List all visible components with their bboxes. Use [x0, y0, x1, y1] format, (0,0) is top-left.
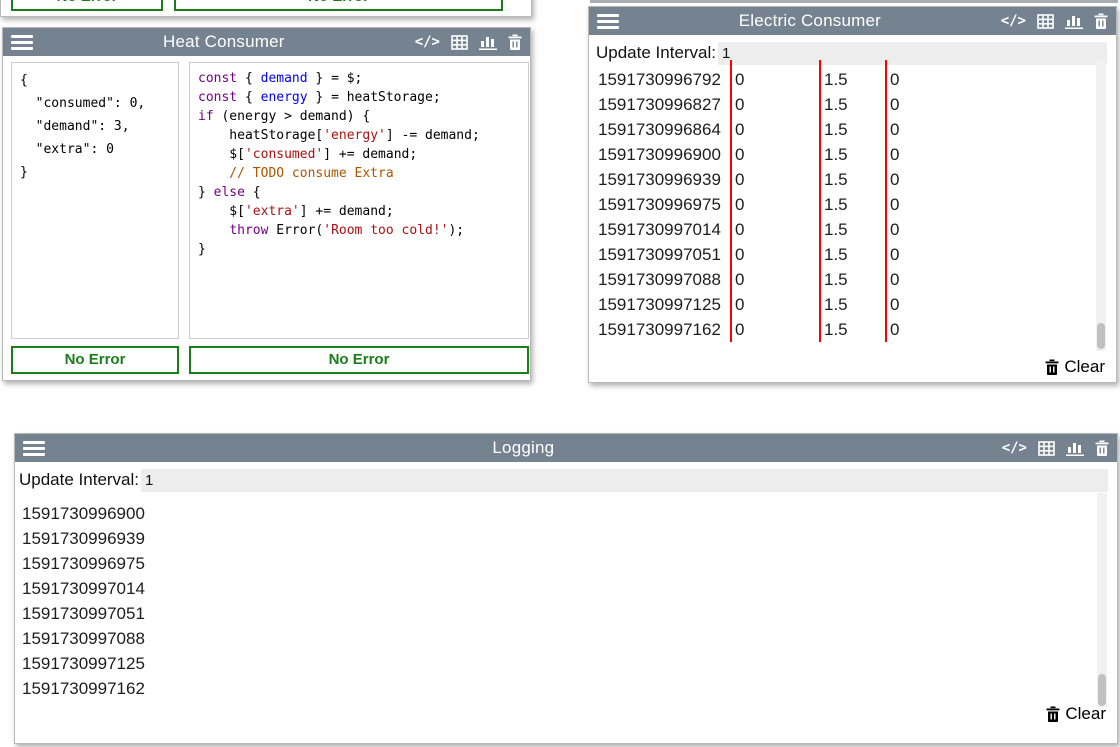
scrollbar-track: [1097, 493, 1107, 707]
status-button[interactable]: No Error: [174, 0, 503, 11]
list-item: 1591730996975: [15, 551, 1095, 576]
json-editor[interactable]: { "consumed": 0, "demand": 3, "extra": 0…: [11, 62, 179, 339]
clear-label: Clear: [1065, 704, 1106, 724]
list-item: 1591730997162: [15, 676, 1095, 701]
status-button[interactable]: No Error: [11, 0, 163, 11]
table-row: 159173099708801.50: [589, 267, 1108, 292]
menu-icon[interactable]: [23, 441, 45, 456]
update-interval-input[interactable]: [141, 469, 1108, 492]
list-item: 1591730997051: [15, 601, 1095, 626]
list-item: 1591730997125: [15, 651, 1095, 676]
panel-electric-consumer: Electric Consumer </> Update Interval: 1…: [588, 6, 1117, 383]
table-row: 159173099697501.50: [589, 192, 1108, 217]
list-item: 1591730997014: [15, 576, 1095, 601]
electric-rows: 159173099679201.50159173099682701.501591…: [589, 60, 1108, 350]
table-icon[interactable]: [1037, 14, 1054, 29]
trash-icon[interactable]: [1094, 13, 1108, 29]
trash-icon[interactable]: [1095, 440, 1109, 456]
clear-label: Clear: [1064, 357, 1105, 377]
table-row: 159173099686401.50: [589, 117, 1108, 142]
panel-title: Heat Consumer: [33, 32, 415, 52]
panel-header: Heat Consumer </>: [3, 28, 530, 56]
table-row: 159173099693901.50: [589, 167, 1108, 192]
list-item: 1591730996939: [15, 526, 1095, 551]
header-icons: </>: [1002, 440, 1109, 456]
chart-icon[interactable]: [1065, 13, 1083, 29]
panel-header: Logging </>: [15, 434, 1117, 462]
status-button[interactable]: No Error: [189, 346, 529, 374]
scrollbar-track: [1096, 60, 1106, 351]
table-row: 159173099701401.50: [589, 217, 1108, 242]
panel-title: Electric Consumer: [619, 11, 1001, 31]
cutoff-panel-shadow: [590, 0, 1118, 3]
header-icons: </>: [1001, 13, 1108, 29]
code-icon[interactable]: </>: [1002, 440, 1027, 456]
panel-heat-consumer: Heat Consumer </> { "consumed": 0, "dema…: [2, 27, 531, 381]
code-icon[interactable]: </>: [1001, 13, 1026, 29]
code-editor[interactable]: const { demand } = $;const { energy } = …: [189, 62, 529, 339]
panel-title: Logging: [45, 438, 1002, 458]
table-row: 159173099690001.50: [589, 142, 1108, 167]
table-row-partial: [589, 60, 1108, 67]
header-icons: </>: [415, 34, 522, 50]
table-row: 159173099682701.50: [589, 92, 1108, 117]
panel-logging: Logging </> Update Interval: 15917309969…: [14, 433, 1118, 744]
dashboard-canvas: No Error No Error Heat Consumer </> { "c…: [0, 0, 1120, 747]
update-interval-label: Update Interval:: [19, 470, 139, 490]
panel-top-cutoff: No Error No Error: [0, 0, 532, 17]
code-icon[interactable]: </>: [415, 34, 440, 50]
list-item: 1591730997088: [15, 626, 1095, 651]
table-icon[interactable]: [1038, 441, 1055, 456]
list-item: 1591730996900: [15, 501, 1095, 526]
table-icon[interactable]: [451, 35, 468, 50]
clear-button[interactable]: Clear: [1045, 357, 1105, 377]
table-row: 159173099705101.50: [589, 242, 1108, 267]
menu-icon[interactable]: [597, 14, 619, 29]
table-row: 159173099716201.50: [589, 317, 1108, 342]
chart-icon[interactable]: [1066, 440, 1084, 456]
logging-rows: 1591730996900159173099693915917309969751…: [15, 501, 1095, 701]
trash-icon: [1045, 359, 1059, 375]
trash-icon[interactable]: [508, 34, 522, 50]
clear-button[interactable]: Clear: [1046, 704, 1106, 724]
menu-icon[interactable]: [11, 35, 33, 50]
panel-header: Electric Consumer </>: [589, 7, 1116, 35]
status-button[interactable]: No Error: [11, 346, 179, 374]
trash-icon: [1046, 706, 1060, 722]
chart-icon[interactable]: [479, 34, 497, 50]
table-row: 159173099679201.50: [589, 67, 1108, 92]
table-row: 159173099712501.50: [589, 292, 1108, 317]
scrollbar-thumb[interactable]: [1097, 323, 1105, 349]
scrollbar-thumb[interactable]: [1098, 674, 1106, 706]
